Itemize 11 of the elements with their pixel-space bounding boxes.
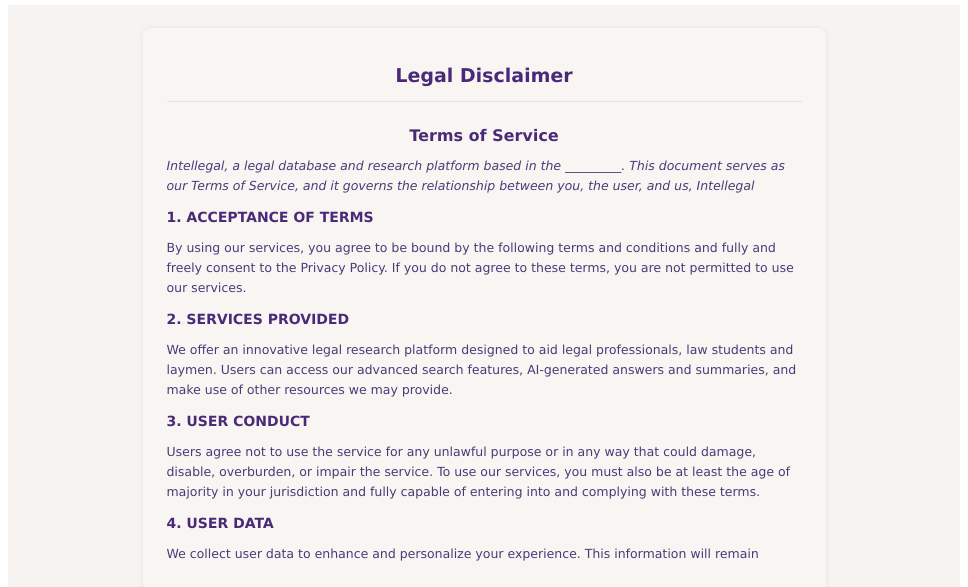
- page-title: Legal Disclaimer: [166, 62, 802, 102]
- section-title: Terms of Service: [408, 124, 560, 146]
- section-paragraph: We collect user data to enhance and personalize your experience. This information will remain: [166, 544, 760, 563]
- intro-paragraph: Intellegal, a legal database and research platform based in the _________. This document serves as our Terms of Service, and it governs the relationship between you, the user, and us, Intellegal: [166, 156, 786, 195]
- section-paragraph: We offer an innovative legal research platform designed to aid legal professionals, law students and laymen. Users can access our advanced search features, AI-generated answers and summaries, and make use of other resources we may provide.: [166, 340, 798, 399]
- section-heading: 1. ACCEPTANCE OF TERMS: [166, 208, 375, 228]
- section-heading: 2. SERVICES PROVIDED: [166, 310, 350, 330]
- section-heading: 4. USER DATA: [166, 514, 275, 534]
- section-paragraph: By using our services, you agree to be bound by the following terms and conditions and fully and freely consent to the Privacy Policy. If you do not agree to these terms, you are not permitted to use our services.: [166, 238, 795, 296]
- section-heading: 3. USER CONDUCT: [166, 412, 311, 432]
- section-paragraph: Users agree not to use the service for any unlawful purpose or in any way that could damage, disable, overburden, or impair the service. To use our services, you must also be at least the age of majority in your jurisdiction and fully capable of entering into and complying with these terms.: [166, 442, 792, 501]
